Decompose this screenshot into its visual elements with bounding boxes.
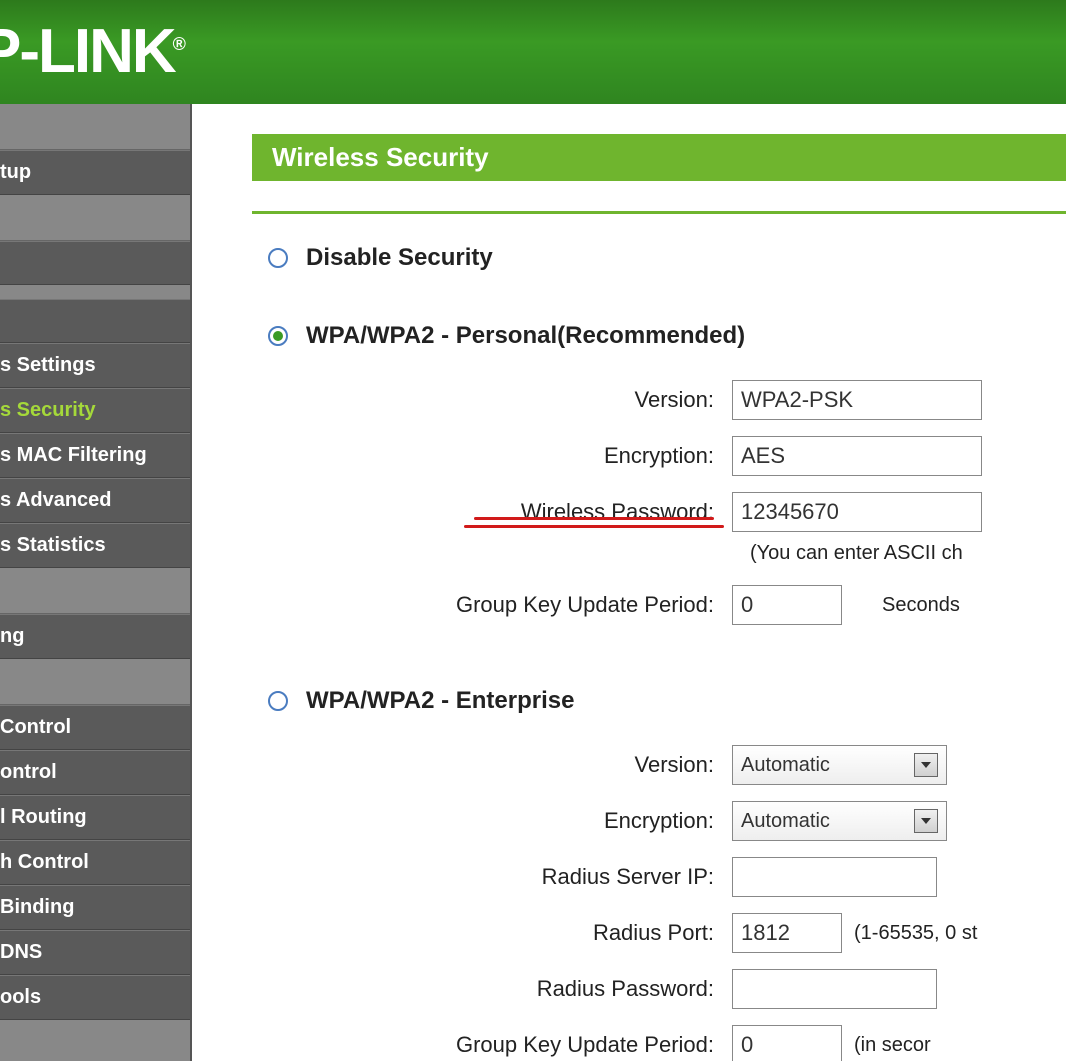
label-encryption: Encryption: bbox=[302, 443, 732, 469]
header: P-LINK® bbox=[0, 0, 1066, 104]
sidebar-item-label: s Statistics bbox=[0, 534, 106, 557]
label-version: Version: bbox=[302, 387, 732, 413]
section-disable: Disable Security bbox=[252, 244, 1066, 272]
sidebar-item-label: s Security bbox=[0, 399, 96, 422]
row-radius-ip: Radius Server IP: bbox=[302, 855, 1066, 899]
sidebar-item-label: tup bbox=[0, 161, 31, 184]
input-radius-ip[interactable] bbox=[732, 857, 937, 897]
sidebar-gap bbox=[0, 659, 190, 705]
sidebar-item-label: ng bbox=[0, 625, 24, 648]
sidebar-item-routing[interactable]: l Routing bbox=[0, 795, 190, 840]
main: tup s Settings s Security s MAC Filterin… bbox=[0, 104, 1066, 1061]
row-wireless-password: Wireless Password: bbox=[302, 490, 1066, 534]
radio-label-disable: Disable Security bbox=[306, 244, 493, 272]
radio-label-wpa-personal: WPA/WPA2 - Personal(Recommended) bbox=[306, 322, 745, 350]
page-title: Wireless Security bbox=[252, 134, 1066, 181]
select-ent-version[interactable]: Automatic bbox=[732, 745, 947, 785]
radio-wpa-personal[interactable] bbox=[268, 326, 288, 346]
brand-text: P-LINK bbox=[0, 17, 175, 86]
radio-disable-security[interactable] bbox=[268, 248, 288, 268]
input-version[interactable] bbox=[732, 380, 982, 420]
sidebar-gap bbox=[0, 195, 190, 241]
sidebar-gap bbox=[0, 285, 190, 299]
row-ent-gkup: Group Key Update Period: (in secor bbox=[302, 1023, 1066, 1061]
input-encryption[interactable] bbox=[732, 436, 982, 476]
content: Wireless Security Disable Security WPA/W… bbox=[192, 104, 1066, 1061]
label-ent-version: Version: bbox=[302, 752, 732, 778]
sidebar-item[interactable] bbox=[0, 299, 190, 343]
section-wpa-personal: WPA/WPA2 - Personal(Recommended) Version… bbox=[252, 322, 1066, 627]
radio-row-wpa-personal: WPA/WPA2 - Personal(Recommended) bbox=[302, 322, 1066, 350]
sidebar-item-tools[interactable]: ools bbox=[0, 975, 190, 1020]
label-ent-gkup: Group Key Update Period: bbox=[302, 1032, 732, 1058]
hint-password: (You can enter ASCII ch bbox=[302, 542, 1066, 565]
brand-reg-mark: ® bbox=[173, 34, 184, 54]
sidebar-item-dns[interactable]: DNS bbox=[0, 930, 190, 975]
sidebar-item-label: DNS bbox=[0, 941, 42, 964]
row-radius-port: Radius Port: (1-65535, 0 st bbox=[302, 911, 1066, 955]
row-encryption: Encryption: bbox=[302, 434, 1066, 478]
sidebar-gap bbox=[0, 568, 190, 614]
underline-annotation bbox=[474, 517, 714, 531]
label-gkup: Group Key Update Period: bbox=[302, 592, 732, 618]
sidebar-item-mac-filtering[interactable]: s MAC Filtering bbox=[0, 433, 190, 478]
sidebar-item-settings[interactable]: s Settings bbox=[0, 343, 190, 388]
label-wireless-password: Wireless Password: bbox=[302, 499, 732, 525]
chevron-down-icon bbox=[914, 753, 938, 777]
sidebar-item-label: s Advanced bbox=[0, 489, 112, 512]
section-wpa-enterprise: WPA/WPA2 - Enterprise Version: Automatic… bbox=[252, 687, 1066, 1061]
label-radius-ip: Radius Server IP: bbox=[302, 864, 732, 890]
sidebar-item-advanced[interactable]: s Advanced bbox=[0, 478, 190, 523]
unit-gkup: Seconds bbox=[882, 594, 960, 617]
sidebar-item-label: ontrol bbox=[0, 761, 57, 784]
label-ent-encryption: Encryption: bbox=[302, 808, 732, 834]
row-ent-encryption: Encryption: Automatic bbox=[302, 799, 1066, 843]
radio-row-disable: Disable Security bbox=[302, 244, 1066, 272]
input-radius-port[interactable] bbox=[732, 913, 842, 953]
sidebar-item-label: s MAC Filtering bbox=[0, 444, 147, 467]
radio-label-wpa-enterprise: WPA/WPA2 - Enterprise bbox=[306, 687, 574, 715]
sidebar-item-control[interactable]: Control bbox=[0, 705, 190, 750]
select-ent-version-value: Automatic bbox=[741, 754, 830, 777]
sidebar-item-ontrol[interactable]: ontrol bbox=[0, 750, 190, 795]
sidebar-item-label: h Control bbox=[0, 851, 89, 874]
row-version: Version: bbox=[302, 378, 1066, 422]
radio-wpa-enterprise[interactable] bbox=[268, 691, 288, 711]
sidebar-item-h-control[interactable]: h Control bbox=[0, 840, 190, 885]
select-ent-encryption-value: Automatic bbox=[741, 810, 830, 833]
input-wireless-password[interactable] bbox=[732, 492, 982, 532]
hint-radius-port: (1-65535, 0 st bbox=[854, 922, 977, 945]
label-radius-password: Radius Password: bbox=[302, 976, 732, 1002]
sidebar-item-binding[interactable]: Binding bbox=[0, 885, 190, 930]
sidebar-item[interactable] bbox=[0, 241, 190, 285]
brand-logo: P-LINK® bbox=[0, 21, 184, 83]
select-ent-encryption[interactable]: Automatic bbox=[732, 801, 947, 841]
sidebar-item-label: Control bbox=[0, 716, 71, 739]
radio-row-wpa-enterprise: WPA/WPA2 - Enterprise bbox=[302, 687, 1066, 715]
sidebar-item-label: l Routing bbox=[0, 806, 87, 829]
sidebar-item-label: s Settings bbox=[0, 354, 96, 377]
sidebar-item-label: Binding bbox=[0, 896, 74, 919]
label-radius-port: Radius Port: bbox=[302, 920, 732, 946]
sidebar-item-ng[interactable]: ng bbox=[0, 614, 190, 659]
sidebar-item-security[interactable]: s Security bbox=[0, 388, 190, 433]
sidebar-item-setup[interactable]: tup bbox=[0, 150, 190, 195]
input-gkup[interactable] bbox=[732, 585, 842, 625]
chevron-down-icon bbox=[914, 809, 938, 833]
unit-ent-gkup: (in secor bbox=[854, 1034, 931, 1057]
input-radius-password[interactable] bbox=[732, 969, 937, 1009]
sidebar-item-label: ools bbox=[0, 986, 41, 1009]
row-radius-password: Radius Password: bbox=[302, 967, 1066, 1011]
input-ent-gkup[interactable] bbox=[732, 1025, 842, 1061]
row-ent-version: Version: Automatic bbox=[302, 743, 1066, 787]
row-gkup: Group Key Update Period: Seconds bbox=[302, 583, 1066, 627]
sidebar-gap bbox=[0, 104, 190, 150]
divider bbox=[252, 211, 1066, 214]
sidebar-item-statistics[interactable]: s Statistics bbox=[0, 523, 190, 568]
sidebar: tup s Settings s Security s MAC Filterin… bbox=[0, 104, 192, 1061]
